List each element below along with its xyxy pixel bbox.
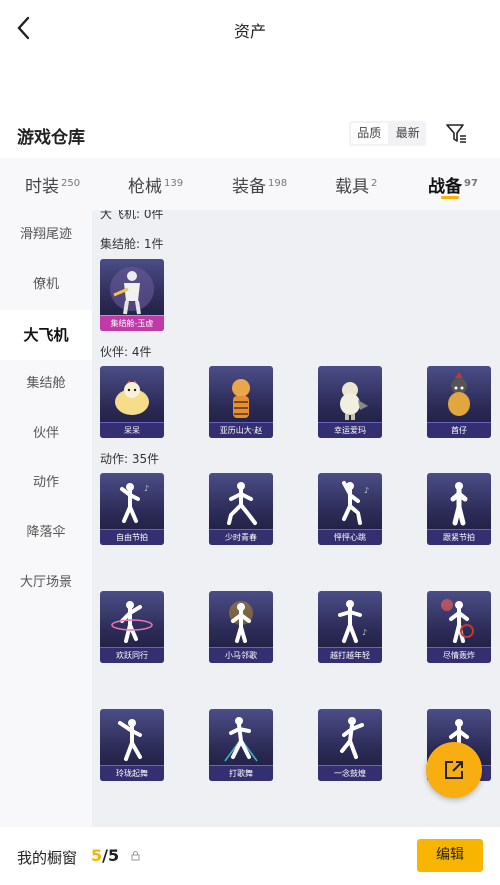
item-card[interactable]: ♪ 越打越年轻 [318,591,382,663]
tab-count: 2 [371,178,378,189]
svg-text:♪: ♪ [362,628,367,637]
active-tab-indicator [441,196,459,199]
item-label: 尽情轰炸 [427,647,491,663]
item-card[interactable]: 欢跃同行 [100,591,164,663]
item-label: 一念鼓煌 [318,765,382,781]
item-label: 酋仔 [427,422,491,438]
showcase-total: /5 [102,846,120,865]
tab-count: 250 [61,178,81,189]
item-card[interactable]: 呆呆 [100,366,164,438]
section-heading: 游戏仓库 [17,128,85,148]
section-label-partner: 伙伴: 4件 [100,345,152,359]
tab-label: 战备 [428,177,462,197]
item-card[interactable]: 集结舱-玉虚 [100,259,164,331]
item-label: 幸运爱玛 [318,422,382,438]
sidebar-item-partner[interactable]: 伙伴 [0,409,92,459]
svg-text:♪: ♪ [364,486,369,495]
tab-battle-prep[interactable]: 战备 97 [428,172,478,197]
item-card[interactable]: 尽情轰炸 [427,591,491,663]
tab-count: 97 [464,178,478,189]
sidebar: 滑翔尾迹 僚机 大飞机 集结舱 伙伴 动作 降落伞 大厅场景 [0,210,92,827]
sort-latest-button[interactable]: 最新 [390,121,427,146]
svg-text:♪: ♪ [144,484,149,493]
tab-label: 装备 [232,177,266,197]
sidebar-item-action[interactable]: 动作 [0,458,92,508]
item-label: 越打越年轻 [318,647,382,663]
item-card[interactable]: 打歌舞 [209,709,273,781]
item-label: 欢跃同行 [100,647,164,663]
item-grid: 大飞机: 0件 集结舱: 1件 集结舱-玉虚 伙伴: 4件 呆呆 亚历山大·赵 [92,210,500,827]
tab-fashion[interactable]: 时装 250 [25,172,80,197]
item-label: 少时青春 [209,529,273,545]
tab-guns[interactable]: 枪械 139 [128,172,183,197]
item-card[interactable]: 跟紧节拍 [427,473,491,545]
item-label: 呆呆 [100,422,164,438]
tab-equipment[interactable]: 装备 198 [232,172,287,197]
item-label: 集结舱-玉虚 [100,315,164,331]
showcase-current: 5 [91,846,103,865]
sidebar-item-big-plane[interactable]: 大飞机 [0,310,92,360]
top-bar: 资产 [0,0,500,60]
section-label-plane: 大飞机: 0件 [100,210,164,221]
showcase-count: 5/5 [91,846,119,865]
sidebar-item-lobby-scene[interactable]: 大厅场景 [0,558,92,608]
item-card[interactable]: 玲珑起舞 [100,709,164,781]
sidebar-item-wingman[interactable]: 僚机 [0,260,92,310]
item-label: 亚历山大·赵 [209,422,273,438]
edit-button[interactable]: 编辑 [417,839,483,872]
item-card[interactable]: ♪ 怦怦心跳 [318,473,382,545]
sort-quality-button[interactable]: 品质 [351,123,388,144]
tab-label: 载具 [335,177,369,197]
item-card[interactable]: 幸运爱玛 [318,366,382,438]
filter-icon[interactable] [444,121,468,145]
item-card[interactable]: 亚历山大·赵 [209,366,273,438]
share-icon [445,761,463,779]
sidebar-item-glide-trail[interactable]: 滑翔尾迹 [0,210,92,260]
tab-vehicles[interactable]: 载具 2 [335,172,377,197]
sidebar-item-capsule[interactable]: 集结舱 [0,359,92,409]
page-title: 资产 [233,22,266,41]
tab-label: 枪械 [128,177,162,197]
showcase-bar: 我的橱窗 5/5 编辑 [0,827,500,885]
lock-icon [131,851,140,861]
showcase-label: 我的橱窗 [17,849,78,867]
item-label: 小马邻歌 [209,647,273,663]
item-card[interactable]: 酋仔 [427,366,491,438]
item-label: 玲珑起舞 [100,765,164,781]
section-label-action: 动作: 35件 [100,452,160,466]
share-button[interactable] [426,742,482,798]
item-label: 打歌舞 [209,765,273,781]
item-label: 怦怦心跳 [318,529,382,545]
category-tabs: 时装 250 枪械 139 装备 198 载具 2 战备 97 [0,158,500,210]
section-label-capsule: 集结舱: 1件 [100,237,164,251]
item-label: 跟紧节拍 [427,529,491,545]
item-card[interactable]: ♪ 自由节拍 [100,473,164,545]
item-card[interactable]: 一念鼓煌 [318,709,382,781]
item-card[interactable]: 少时青春 [209,473,273,545]
sidebar-item-parachute[interactable]: 降落伞 [0,508,92,558]
item-card[interactable]: 小马邻歌 [209,591,273,663]
tab-label: 时装 [25,177,59,197]
item-label: 自由节拍 [100,529,164,545]
tab-count: 139 [164,178,184,189]
sort-toggle: 品质 最新 [349,121,426,146]
tab-count: 198 [268,178,288,189]
